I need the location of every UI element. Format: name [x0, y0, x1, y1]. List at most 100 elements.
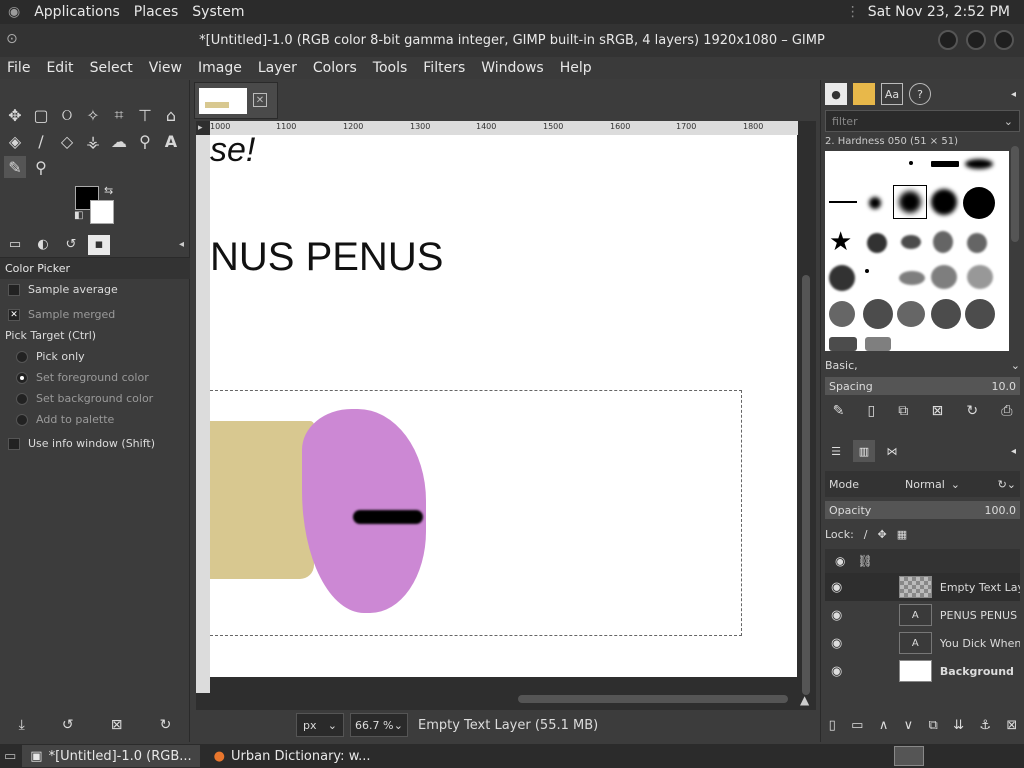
brush-item[interactable]	[863, 299, 893, 329]
layers-tab-icon[interactable]: ☰	[825, 440, 847, 462]
open-brush-icon[interactable]: ⎙	[1001, 403, 1012, 419]
menu-colors[interactable]: Colors	[313, 60, 357, 76]
fonts-tab-icon[interactable]: Aa	[881, 83, 903, 105]
pick-only-row[interactable]: Pick only	[0, 346, 190, 367]
channels-tab-icon[interactable]: ▥	[853, 440, 875, 462]
reset-options-icon[interactable]: ↻	[160, 717, 172, 733]
brush-item[interactable]	[965, 299, 995, 329]
add-palette-radio[interactable]	[16, 413, 28, 426]
ruler-corner-icon[interactable]: ▸	[198, 123, 203, 133]
tab-menu-icon[interactable]: ◂	[179, 239, 184, 250]
taskbar-gimp[interactable]: ▣ *[Untitled]-1.0 (RGB...	[22, 745, 200, 767]
pick-only-radio[interactable]	[16, 350, 28, 363]
set-bg-radio[interactable]	[16, 392, 28, 405]
menu-image[interactable]: Image	[198, 60, 242, 76]
sample-merged-row[interactable]: ✕ Sample merged	[0, 304, 190, 325]
sample-merged-checkbox[interactable]: ✕	[8, 308, 20, 321]
menu-tools[interactable]: Tools	[373, 60, 408, 76]
lasso-tool-icon[interactable]: ଠ	[56, 104, 78, 126]
refresh-brushes-icon[interactable]: ↻	[966, 403, 978, 419]
paths-tool-icon[interactable]: ⚲	[134, 130, 156, 152]
menu-file[interactable]: File	[7, 60, 30, 76]
brush-grid[interactable]: ★	[825, 151, 1009, 351]
vertical-scrollbar[interactable]	[800, 135, 812, 695]
transform-tool-icon[interactable]: ⊤	[134, 104, 156, 126]
unit-select[interactable]: px ⌄	[296, 713, 344, 737]
zoom-tool-icon[interactable]: ⚲	[30, 156, 52, 178]
device-status-tab-icon[interactable]: ◐	[32, 235, 54, 255]
maximize-button[interactable]	[966, 30, 986, 50]
mode-select[interactable]: Normal ⌄	[905, 478, 960, 491]
paths-tab-icon[interactable]: ⋈	[881, 440, 903, 462]
patterns-tab-icon[interactable]	[853, 83, 875, 105]
show-desktop-icon[interactable]: ▭	[0, 749, 16, 764]
workspace-switcher[interactable]	[894, 746, 924, 766]
brush-item[interactable]	[865, 337, 891, 351]
brush-item[interactable]	[867, 233, 887, 253]
menu-edit[interactable]: Edit	[46, 60, 73, 76]
restore-options-icon[interactable]: ↺	[62, 717, 74, 733]
brush-filter[interactable]: filter ⌄	[825, 110, 1020, 132]
brush-item[interactable]	[933, 231, 953, 253]
clone-tool-icon[interactable]: ⚶	[82, 130, 104, 152]
brush-item[interactable]	[901, 235, 921, 249]
delete-brush-icon[interactable]: ⊠	[931, 403, 943, 419]
brush-item[interactable]	[909, 161, 913, 165]
brushes-tab-icon[interactable]: ●	[825, 83, 847, 105]
layer-row[interactable]: ◉ Empty Text Layer	[825, 573, 1020, 601]
zoom-select[interactable]: 66.7 % ⌄	[350, 713, 408, 737]
horizontal-ruler[interactable]: 1000 1100 1200 1300 1400 1500 1600 1700 …	[210, 121, 798, 135]
eye-icon[interactable]: ◉	[831, 664, 847, 679]
brush-item[interactable]	[899, 191, 921, 213]
delete-options-icon[interactable]: ⊠	[111, 717, 123, 733]
brush-item[interactable]	[829, 337, 857, 351]
menu-system[interactable]: System	[192, 4, 244, 20]
brush-item[interactable]	[931, 299, 961, 329]
brush-tag-select[interactable]: Basic, ⌄	[825, 355, 1020, 375]
swap-colors-icon[interactable]: ⇆	[104, 184, 113, 197]
brush-scroll-thumb[interactable]	[1011, 146, 1019, 242]
smudge-tool-icon[interactable]: ☁	[108, 130, 130, 152]
brush-item[interactable]	[897, 301, 925, 327]
image-canvas[interactable]: se! NUS PENUS	[210, 135, 797, 677]
warp-tool-icon[interactable]: ⌂	[160, 104, 182, 126]
image-tab[interactable]: ✕	[194, 82, 278, 119]
layers-tab-menu-icon[interactable]: ◂	[1011, 446, 1016, 457]
merge-layer-icon[interactable]: ⇊	[953, 718, 964, 733]
lock-alpha-icon[interactable]: ▦	[897, 528, 907, 541]
spacing-slider[interactable]: Spacing 10.0	[825, 377, 1020, 395]
brush-item[interactable]	[931, 161, 959, 167]
brush-item[interactable]	[967, 233, 987, 253]
set-fg-row[interactable]: Set foreground color	[0, 367, 190, 388]
reset-colors-icon[interactable]: ◧	[74, 210, 83, 221]
brush-item[interactable]	[965, 159, 993, 169]
color-picker-tool-icon[interactable]: ✎	[4, 156, 26, 178]
use-info-row[interactable]: Use info window (Shift)	[0, 433, 190, 454]
eraser-tool-icon[interactable]: ◇	[56, 130, 78, 152]
use-info-checkbox[interactable]	[8, 437, 20, 450]
close-image-tab-icon[interactable]: ✕	[253, 93, 267, 107]
lower-layer-icon[interactable]: ∨	[904, 718, 914, 733]
brush-item[interactable]	[869, 197, 881, 209]
brush-item[interactable]	[829, 265, 855, 291]
new-brush-icon[interactable]: ▯	[867, 403, 875, 419]
clock[interactable]: ⋮ Sat Nov 23, 2:52 PM	[846, 4, 1024, 20]
mode-switch-icon[interactable]: ↻⌄	[998, 478, 1016, 491]
eye-icon[interactable]: ◉	[831, 636, 847, 651]
eye-icon[interactable]: ◉	[831, 580, 847, 595]
brush-item[interactable]	[899, 271, 925, 285]
images-tab-icon[interactable]: ▪	[88, 234, 110, 255]
help-tab-icon[interactable]: ?	[909, 83, 931, 105]
brush-item[interactable]	[865, 269, 869, 273]
bucket-fill-tool-icon[interactable]: ◈	[4, 130, 26, 152]
brush-item[interactable]	[829, 301, 855, 327]
rect-select-tool-icon[interactable]: ▢	[30, 104, 52, 126]
background-color[interactable]	[90, 200, 114, 224]
brush-item[interactable]	[967, 265, 993, 289]
set-bg-row[interactable]: Set background color	[0, 388, 190, 409]
layer-row[interactable]: ◉ Background	[825, 657, 1020, 685]
crop-tool-icon[interactable]: ⌗	[108, 104, 130, 126]
taskbar-firefox[interactable]: ● Urban Dictionary: w...	[206, 745, 379, 767]
anchor-layer-icon[interactable]: ⚓	[979, 718, 991, 733]
vertical-scroll-thumb[interactable]	[802, 275, 810, 695]
